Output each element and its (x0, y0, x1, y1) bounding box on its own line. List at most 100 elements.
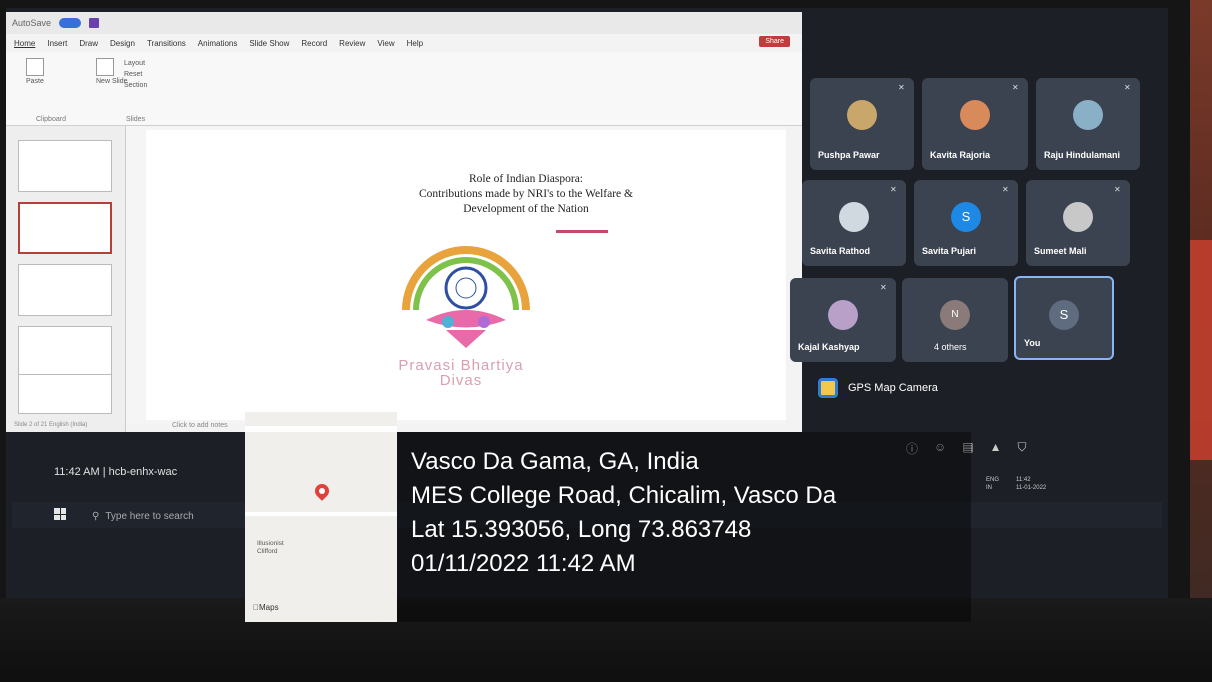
participant-tile[interactable]: ✕ Sumeet Mali (1026, 180, 1130, 266)
search-placeholder: Type here to search (105, 510, 194, 522)
participant-name: Savita Pujari (922, 246, 977, 256)
system-tray: ENG IN (986, 476, 999, 492)
ribbon: Paste New Slide Layout Reset Section Cli… (6, 52, 802, 126)
clipboard-group-label: Clipboard (36, 116, 66, 123)
location-pin-icon (312, 481, 332, 501)
new-slide-icon[interactable] (96, 58, 114, 76)
slide-canvas[interactable]: Role of Indian Diaspora: Contributions m… (146, 130, 786, 420)
avatar (960, 100, 990, 130)
tab-animations[interactable]: Animations (198, 39, 238, 48)
participant-name: Savita Rathod (810, 246, 871, 256)
slides-group-label: Slides (126, 116, 146, 123)
avatar (828, 300, 858, 330)
autosave-label: AutoSave (12, 18, 52, 28)
tray-clock[interactable]: 11:42 11-01-2022 (1016, 476, 1046, 492)
map-place-label: Illusionist Clifford (257, 540, 284, 555)
tab-record[interactable]: Record (301, 39, 327, 48)
new-slide-group[interactable]: New Slide (96, 58, 128, 85)
participant-tile[interactable]: ✕ Kajal Kashyap (790, 278, 896, 362)
others-avatar: N (940, 300, 970, 330)
tray-region: IN (986, 485, 992, 491)
participant-tile[interactable]: ✕ Kavita Rajoria (922, 78, 1028, 170)
slide-options: Layout Reset Section (124, 58, 147, 91)
participant-name: Pushpa Pawar (818, 150, 880, 160)
slide-link[interactable] (556, 230, 608, 233)
slide-thumbnail[interactable] (18, 140, 112, 192)
autosave-toggle[interactable] (59, 18, 82, 28)
search-icon: ⚲ (92, 510, 100, 522)
pravasi-bhartiya-logo (402, 246, 530, 348)
tab-view[interactable]: View (377, 39, 394, 48)
slide-title: Role of Indian Diaspora: Contributions m… (326, 172, 726, 217)
tray-date: 11-01-2022 (1016, 485, 1047, 491)
tray-lang[interactable]: ENG (986, 476, 999, 484)
tab-review[interactable]: Review (339, 39, 365, 48)
participant-name: Raju Hindulamani (1044, 150, 1121, 160)
participant-tile[interactable]: ✕ S Savita Pujari (914, 180, 1018, 266)
maps-brand: Maps (253, 603, 279, 612)
mic-off-icon: ✕ (880, 283, 887, 292)
notes-placeholder[interactable]: Click to add notes (126, 422, 802, 432)
tab-help[interactable]: Help (407, 39, 423, 48)
gps-app-name: GPS Map Camera (848, 382, 938, 394)
paste-icon[interactable] (26, 58, 44, 76)
gps-camera-icon (818, 378, 838, 398)
slide-thumbnail[interactable] (18, 374, 112, 414)
tab-slide-show[interactable]: Slide Show (249, 39, 289, 48)
taskbar-search[interactable]: ⚲ Type here to search (72, 506, 272, 526)
share-button[interactable]: Share (759, 36, 790, 47)
shield-icon[interactable]: ⛉ (1018, 440, 1027, 457)
gps-app-label: GPS Map Camera (818, 378, 938, 398)
avatar (1073, 100, 1103, 130)
slide-thumbnail-selected[interactable] (18, 202, 112, 254)
meeting-code: 11:42 AM | hcb-enhx-wac (54, 466, 178, 478)
self-name: You (1024, 338, 1041, 348)
avatar (1063, 202, 1093, 232)
slide-thumbnails-pane (6, 126, 126, 432)
save-icon[interactable] (89, 18, 100, 28)
tab-design[interactable]: Design (110, 39, 135, 48)
status-bar: Slide 2 of 21 English (India) (14, 422, 88, 428)
gps-city: Vasco Da Gama, GA, India (411, 448, 699, 475)
new-slide-label: New Slide (96, 78, 128, 85)
participant-tile[interactable]: ✕ Raju Hindulamani (1036, 78, 1140, 170)
participant-name: Kajal Kashyap (798, 342, 860, 352)
participant-tile[interactable]: ✕ Savita Rathod (802, 180, 906, 266)
mic-off-icon: ✕ (1114, 185, 1121, 194)
participant-name: Sumeet Mali (1034, 246, 1087, 256)
avatar (839, 202, 869, 232)
avatar: S (951, 202, 981, 232)
map-road (245, 512, 397, 516)
mic-off-icon: ✕ (1124, 83, 1131, 92)
participant-tile[interactable]: ✕ Pushpa Pawar (810, 78, 914, 170)
mic-off-icon: ✕ (1002, 185, 1009, 194)
logo-line1: Pravasi Bhartiya (398, 357, 524, 374)
reset-button[interactable]: Reset (124, 69, 147, 80)
slide-thumbnail[interactable] (18, 326, 112, 378)
logo-text: Pravasi Bhartiya Divas (361, 358, 561, 388)
participant-name: Kavita Rajoria (930, 150, 991, 160)
self-avatar: S (1049, 300, 1079, 330)
tab-draw[interactable]: Draw (79, 39, 98, 48)
section-button[interactable]: Section (124, 80, 147, 91)
ribbon-tabs: Home Insert Draw Design Transitions Anim… (6, 34, 802, 52)
gps-coordinates: Lat 15.393056, Long 73.863748 (411, 516, 752, 543)
powerpoint-window: AutoSave Home Insert Draw Design Transit… (6, 12, 802, 432)
self-tile[interactable]: S You (1014, 276, 1114, 360)
tab-home[interactable]: Home (14, 39, 35, 48)
maps-brand-text: Maps (253, 603, 279, 612)
title-bar: AutoSave (6, 12, 802, 34)
slide-thumbnail[interactable] (18, 264, 112, 316)
activities-icon[interactable]: ▲ (990, 440, 1002, 457)
participant-tile-others[interactable]: N 4 others (902, 278, 1008, 362)
mic-off-icon: ✕ (898, 83, 905, 92)
participant-name: 4 others (934, 342, 967, 352)
windows-start-icon[interactable] (54, 508, 66, 520)
layout-button[interactable]: Layout (124, 58, 147, 69)
mic-off-icon: ✕ (1012, 83, 1019, 92)
paste-group[interactable]: Paste (26, 58, 44, 85)
mic-off-icon: ✕ (890, 185, 897, 194)
gps-info-overlay: Vasco Da Gama, GA, India MES College Roa… (397, 432, 971, 622)
tab-insert[interactable]: Insert (47, 39, 67, 48)
tab-transitions[interactable]: Transitions (147, 39, 186, 48)
